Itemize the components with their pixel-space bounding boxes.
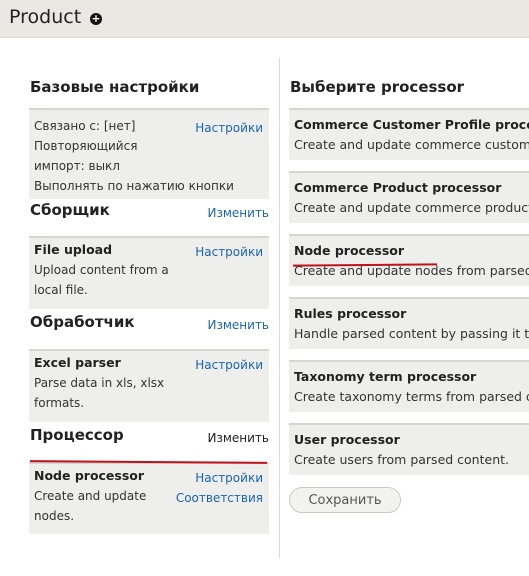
- parser-desc-line-1: Parse data in xls, xlsx: [34, 376, 165, 390]
- processor-settings-link[interactable]: Настройки: [176, 468, 263, 488]
- processor-change-link[interactable]: Изменить: [208, 431, 270, 445]
- processor-option-name: Commerce Customer Profile processor: [294, 117, 529, 132]
- fetcher-title: Сборщик: [30, 201, 110, 219]
- basic-settings-title: Базовые настройки: [30, 78, 200, 96]
- processor-option-desc: Create users from parsed content.: [294, 452, 509, 467]
- processor-option[interactable]: User processor Create users from parsed …: [289, 423, 529, 475]
- processor-option-name: Node processor: [294, 243, 405, 258]
- choose-processor-title: Выберите processor: [290, 78, 465, 96]
- add-shortcut-icon[interactable]: +: [90, 13, 102, 25]
- processor-panel: Настройки Соответствия Node processor Cr…: [29, 462, 269, 534]
- processor-option-name: Rules processor: [294, 306, 407, 321]
- fetcher-change-link[interactable]: Изменить: [208, 206, 270, 220]
- processor-option[interactable]: Taxonomy term processor Create taxonomy …: [289, 360, 529, 412]
- processor-option-name: Commerce Product processor: [294, 180, 502, 195]
- basic-settings-panel: Настройки Связано с: [нет] Повторяющийся…: [29, 108, 269, 199]
- processor-mapping-link[interactable]: Соответствия: [176, 488, 263, 508]
- fetcher-panel: Настройки File upload Upload content fro…: [29, 236, 269, 309]
- choose-processor-header: Выберите processor: [289, 40, 529, 108]
- page-title: Product: [9, 6, 82, 28]
- fetcher-settings-link[interactable]: Настройки: [195, 242, 263, 262]
- parser-title: Обработчик: [30, 313, 135, 331]
- processor-option[interactable]: Node processor Create and update nodes f…: [289, 234, 529, 286]
- save-button[interactable]: Сохранить: [289, 487, 401, 513]
- processor-option[interactable]: Commerce Product processor Create and up…: [289, 171, 529, 223]
- parser-desc-line-2: formats.: [34, 396, 85, 410]
- processor-title: Процессор: [30, 426, 124, 444]
- processor-option[interactable]: Commerce Customer Profile processor Crea…: [289, 108, 529, 160]
- basic-on-submit: Выполнять по нажатию кнопки: [34, 179, 234, 193]
- processor-desc-line-2: nodes.: [34, 509, 75, 523]
- basic-periodic: Повторяющийся: [34, 139, 138, 153]
- parser-panel: Настройки Excel parser Parse data in xls…: [29, 349, 269, 422]
- processor-option-name: Taxonomy term processor: [294, 369, 477, 384]
- processor-option[interactable]: Rules processor Handle parsed content by…: [289, 297, 529, 349]
- fetcher-desc-line-2: local file.: [34, 283, 88, 297]
- processor-options: Commerce Customer Profile processor Crea…: [289, 108, 529, 475]
- processor-option-desc: Create taxonomy terms from parsed conten…: [294, 389, 529, 404]
- column-divider: [279, 58, 280, 558]
- processor-option-name: User processor: [294, 432, 400, 447]
- basic-settings-header: Базовые настройки: [29, 40, 269, 108]
- parser-change-link[interactable]: Изменить: [208, 318, 270, 332]
- basic-settings-link[interactable]: Настройки: [195, 118, 263, 138]
- processor-option-desc: Handle parsed content by passing it to r…: [294, 326, 529, 341]
- processor-option-desc: Create and update commerce products.: [294, 200, 529, 215]
- basic-import: импорт: выкл: [34, 159, 120, 173]
- fetcher-header: Сборщик Изменить: [29, 199, 269, 236]
- parser-settings-link[interactable]: Настройки: [195, 355, 263, 375]
- processor-option-desc: Create and update commerce customer prof…: [294, 137, 529, 152]
- processor-header: Процессор Изменить: [29, 422, 269, 462]
- page-header: Product +: [0, 0, 529, 38]
- parser-header: Обработчик Изменить: [29, 309, 269, 349]
- fetcher-desc-line-1: Upload content from a: [34, 263, 169, 277]
